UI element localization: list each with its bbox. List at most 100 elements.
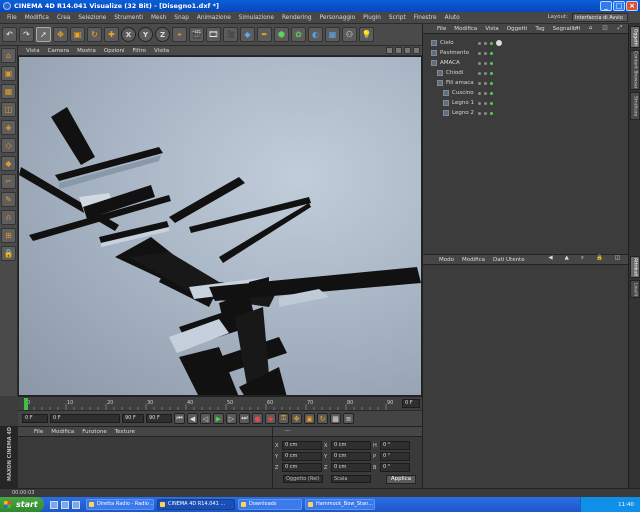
search-icon[interactable]: ⌕ bbox=[577, 255, 588, 262]
menu-file[interactable]: File bbox=[3, 15, 21, 21]
object-row-legno-2[interactable]: Legno 2 bbox=[423, 108, 629, 118]
object-visibility-dots[interactable] bbox=[478, 91, 493, 95]
new-window-icon[interactable]: ◫ bbox=[611, 255, 624, 262]
frame-range-slider[interactable]: 0 F bbox=[50, 414, 120, 423]
key-rotation-icon[interactable]: ↻ bbox=[317, 413, 328, 424]
rotation-h-field[interactable]: 0 ° bbox=[380, 441, 410, 450]
timeline-playhead[interactable] bbox=[24, 398, 28, 410]
model-mode-icon[interactable]: ▣ bbox=[1, 66, 16, 81]
position-y-field[interactable]: 0 cm bbox=[282, 452, 322, 461]
expand-icon[interactable]: ⤢ bbox=[614, 25, 626, 32]
minimize-button[interactable]: _ bbox=[600, 1, 612, 11]
menu-selezione[interactable]: Selezione bbox=[74, 15, 110, 21]
render-settings-icon[interactable]: 🎥 bbox=[223, 27, 238, 42]
close-button[interactable]: × bbox=[626, 1, 638, 11]
viewport-menu-filtro[interactable]: Filtro bbox=[129, 48, 150, 54]
redo-icon[interactable]: ↷ bbox=[19, 27, 34, 42]
menu-script[interactable]: Script bbox=[385, 15, 410, 21]
object-visibility-dots[interactable] bbox=[478, 40, 502, 46]
scale-icon[interactable]: ▣ bbox=[70, 27, 85, 42]
object-visibility-dots[interactable] bbox=[478, 111, 493, 115]
deformer-icon[interactable]: ◐ bbox=[308, 27, 323, 42]
lock-icon[interactable]: 🔒 bbox=[592, 255, 607, 262]
apply-button[interactable]: Applica bbox=[386, 475, 416, 484]
tab-struttura[interactable]: Struttura bbox=[630, 92, 640, 120]
scene-floor-icon[interactable]: ▦ bbox=[325, 27, 340, 42]
rotate-icon[interactable]: ↻ bbox=[87, 27, 102, 42]
play-icon[interactable]: ▶ bbox=[213, 413, 224, 424]
render-view-icon[interactable]: 🎬 bbox=[189, 27, 204, 42]
lock-workplane-icon[interactable]: 🔒 bbox=[1, 246, 16, 261]
add-object-icon[interactable]: ✚ bbox=[104, 27, 119, 42]
edges-mode-icon[interactable]: ◇ bbox=[1, 138, 16, 153]
y-axis-icon[interactable]: Y bbox=[138, 27, 153, 42]
3d-viewport[interactable] bbox=[18, 56, 422, 396]
position-z-field[interactable]: 0 cm bbox=[282, 463, 322, 472]
tab-attributi[interactable]: Attributi bbox=[630, 256, 640, 278]
axis-mode-icon[interactable]: ⌐ bbox=[1, 174, 16, 189]
zoom-icon[interactable] bbox=[395, 47, 402, 54]
select-arrow-icon[interactable]: ➚ bbox=[36, 27, 51, 42]
viewport-menu-mostra[interactable]: Mostra bbox=[73, 48, 100, 54]
menu-rendering[interactable]: Rendering bbox=[278, 15, 316, 21]
menu-finestre[interactable]: Finestre bbox=[410, 15, 441, 21]
rotation-b-field[interactable]: 0 ° bbox=[380, 463, 410, 472]
viewport-menu-camera[interactable]: Camera bbox=[44, 48, 74, 54]
light-icon[interactable]: 💡 bbox=[359, 27, 374, 42]
menu-simulazione[interactable]: Simulazione bbox=[235, 15, 278, 21]
menu-aiuto[interactable]: Aiuto bbox=[441, 15, 464, 21]
undo-icon[interactable]: ↶ bbox=[2, 27, 17, 42]
object-menu-vista[interactable]: Vista bbox=[481, 26, 503, 32]
object-menu-file[interactable]: File bbox=[433, 26, 450, 32]
render-picture-viewer-icon[interactable]: 🎞 bbox=[206, 27, 221, 42]
position-x-field[interactable]: 0 cm bbox=[282, 441, 322, 450]
array-icon[interactable]: ✿ bbox=[291, 27, 306, 42]
next-frame-icon[interactable]: ▷ bbox=[226, 413, 237, 424]
object-row-chiodi[interactable]: Chiodi bbox=[423, 68, 629, 78]
object-visibility-dots[interactable] bbox=[478, 51, 493, 55]
attribute-menu-modo[interactable]: Modo bbox=[435, 257, 458, 263]
material-menu-texture[interactable]: Texture bbox=[111, 429, 139, 435]
tab-content-browser[interactable]: Content Browser bbox=[630, 50, 640, 90]
material-menu-modifica[interactable]: Modifica bbox=[47, 429, 78, 435]
attribute-menu-modifica[interactable]: Modifica bbox=[458, 257, 489, 263]
start-frame-field[interactable]: 0 F bbox=[22, 414, 48, 423]
go-to-start-icon[interactable]: ⏮ bbox=[174, 413, 185, 424]
object-visibility-dots[interactable] bbox=[478, 71, 493, 75]
task-cinema4d[interactable]: CINEMA 4D R14.041 ... bbox=[157, 499, 235, 510]
task-hammock-image[interactable]: Hammock_Bow_Stan... bbox=[305, 499, 375, 510]
timeline-ruler[interactable]: 0 10 20 30 40 50 60 70 80 90 0 F bbox=[18, 396, 422, 411]
viewport-menu-opzioni[interactable]: Opzioni bbox=[100, 48, 129, 54]
object-row-pavimento[interactable]: Pavimento bbox=[423, 48, 629, 58]
autokey-icon[interactable]: ◉ bbox=[265, 413, 276, 424]
key-position-icon[interactable]: ✥ bbox=[291, 413, 302, 424]
menu-snap[interactable]: Snap bbox=[170, 15, 193, 21]
timeline-menu-icon[interactable]: ≡ bbox=[343, 413, 354, 424]
menu-animazione[interactable]: Animazione bbox=[193, 15, 235, 21]
object-menu-modifica[interactable]: Modifica bbox=[450, 26, 481, 32]
menu-personaggio[interactable]: Personaggio bbox=[316, 15, 360, 21]
x-axis-icon[interactable]: X bbox=[121, 27, 136, 42]
search-icon[interactable]: ⌕ bbox=[572, 25, 583, 32]
camera-icon[interactable]: ⚇ bbox=[342, 27, 357, 42]
coordinate-system-icon[interactable]: ⌖ bbox=[172, 27, 187, 42]
menu-crea[interactable]: Crea bbox=[53, 15, 74, 21]
object-visibility-dots[interactable] bbox=[478, 101, 493, 105]
previous-key-icon[interactable]: ◀ bbox=[187, 413, 198, 424]
make-editable-icon[interactable]: ⌂ bbox=[1, 48, 16, 63]
material-menu-funzione[interactable]: Funzione bbox=[78, 429, 110, 435]
up-arrow-icon[interactable]: ▲ bbox=[561, 255, 573, 262]
pan-icon[interactable] bbox=[386, 47, 393, 54]
tab-livelli[interactable]: Livelli bbox=[630, 280, 640, 298]
menu-strumenti[interactable]: Strumenti bbox=[110, 15, 147, 21]
scale-mode-select[interactable]: Scala bbox=[331, 475, 371, 483]
new-view-icon[interactable]: ◫ bbox=[598, 25, 611, 32]
back-arrow-icon[interactable]: ◀ bbox=[544, 255, 556, 262]
max-frame-field[interactable]: 90 F bbox=[146, 414, 172, 423]
object-menu-tag[interactable]: Tag bbox=[531, 26, 548, 32]
object-row-amaca[interactable]: AMACA bbox=[423, 58, 629, 68]
browser-icon[interactable] bbox=[61, 500, 69, 509]
desktop-icon[interactable] bbox=[50, 500, 58, 509]
key-pla-icon[interactable]: ▦ bbox=[330, 413, 341, 424]
object-menu-oggetti[interactable]: Oggetti bbox=[503, 26, 532, 32]
